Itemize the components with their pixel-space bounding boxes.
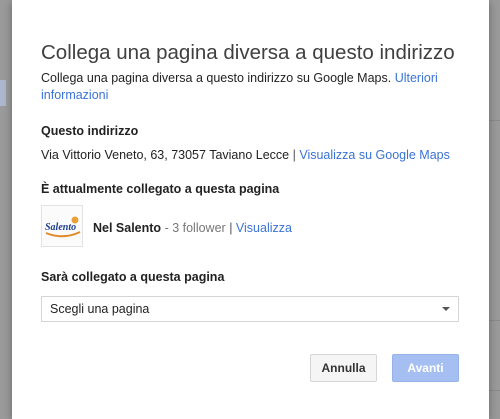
link-page-dialog: Collega una pagina diversa a questo indi… <box>12 0 489 419</box>
separator: | <box>229 221 233 235</box>
page-select-value: Scegli una pagina <box>50 302 150 316</box>
current-page-label: È attualmente collegato a questa pagina <box>41 182 280 196</box>
address-text: Via Vittorio Veneto, 63, 73057 Taviano L… <box>41 148 290 162</box>
page-select-dropdown[interactable]: Scegli una pagina <box>41 296 459 322</box>
separator: | <box>292 148 296 162</box>
address-section-label: Questo indirizzo <box>41 124 139 138</box>
page-logo: Salento <box>41 205 83 247</box>
view-on-maps-link[interactable]: Visualizza su Google Maps <box>299 148 450 162</box>
cancel-button[interactable]: Annulla <box>310 354 377 382</box>
chevron-down-icon <box>442 307 450 311</box>
dialog-description: Collega una pagina diversa a questo indi… <box>41 70 441 104</box>
view-page-link[interactable]: Visualizza <box>236 221 292 235</box>
new-page-label: Sarà collegato a questa pagina <box>41 270 225 284</box>
next-button[interactable]: Avanti <box>392 354 459 382</box>
description-text: Collega una pagina diversa a questo indi… <box>41 71 392 85</box>
page-name[interactable]: Nel Salento <box>93 221 161 235</box>
follower-count: - 3 follower <box>164 221 226 235</box>
dialog-title: Collega una pagina diversa a questo indi… <box>41 41 455 64</box>
address-line: Via Vittorio Veneto, 63, 73057 Taviano L… <box>41 148 450 162</box>
background-nav-hint <box>0 80 6 106</box>
page-logo-text: Salento <box>45 222 76 233</box>
current-page-info: Nel Salento - 3 follower | Visualizza <box>93 221 292 235</box>
